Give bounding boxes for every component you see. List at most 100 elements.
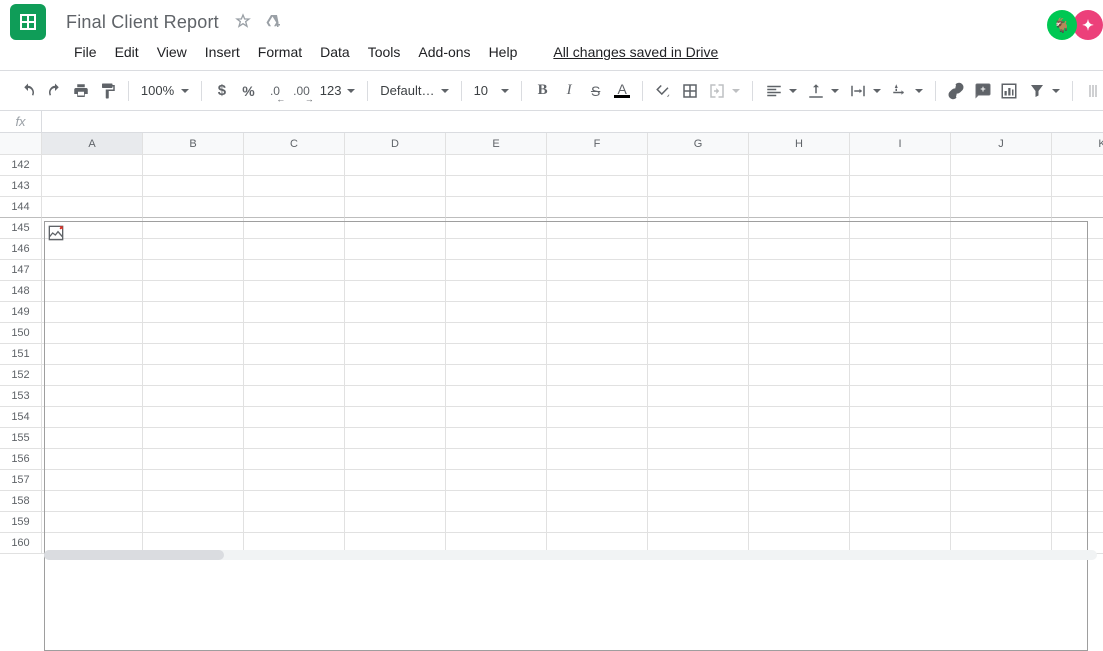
cell[interactable] <box>446 323 547 344</box>
cell[interactable] <box>547 302 648 323</box>
row-header[interactable]: 155 <box>0 428 42 449</box>
cell[interactable] <box>143 491 244 512</box>
row-header[interactable]: 160 <box>0 533 42 554</box>
cell[interactable] <box>446 176 547 197</box>
menu-format[interactable]: Format <box>250 40 310 64</box>
cell[interactable] <box>345 512 446 533</box>
undo-button[interactable] <box>18 79 39 103</box>
insert-comment-button[interactable]: + <box>973 79 994 103</box>
cell[interactable] <box>547 449 648 470</box>
cell[interactable] <box>446 239 547 260</box>
cell[interactable] <box>749 491 850 512</box>
cell[interactable] <box>345 239 446 260</box>
row-header[interactable]: 150 <box>0 323 42 344</box>
horizontal-align-dropdown[interactable] <box>763 82 799 100</box>
cell[interactable] <box>749 323 850 344</box>
cell[interactable] <box>345 155 446 176</box>
cell[interactable] <box>143 176 244 197</box>
row-header[interactable]: 157 <box>0 470 42 491</box>
cell[interactable] <box>951 386 1052 407</box>
cell[interactable] <box>648 512 749 533</box>
cell[interactable] <box>749 239 850 260</box>
spreadsheet-grid[interactable]: ABCDEFGHIJK14214314414514614714814915015… <box>0 133 1103 554</box>
cell[interactable] <box>446 281 547 302</box>
cell[interactable] <box>547 365 648 386</box>
column-header[interactable]: J <box>951 133 1052 155</box>
cell[interactable] <box>547 323 648 344</box>
cell[interactable] <box>244 470 345 491</box>
borders-button[interactable] <box>680 79 701 103</box>
cell[interactable] <box>850 176 951 197</box>
cell[interactable] <box>850 281 951 302</box>
insert-link-button[interactable] <box>946 79 967 103</box>
cell[interactable] <box>951 197 1052 218</box>
document-title[interactable]: Final Client Report <box>66 12 219 33</box>
cell[interactable] <box>1052 302 1103 323</box>
cell[interactable] <box>547 470 648 491</box>
cell[interactable] <box>244 407 345 428</box>
cell[interactable] <box>1052 281 1103 302</box>
cell[interactable] <box>446 365 547 386</box>
cell[interactable] <box>42 260 143 281</box>
row-header[interactable]: 156 <box>0 449 42 470</box>
cell[interactable] <box>951 491 1052 512</box>
cell[interactable] <box>749 386 850 407</box>
column-header[interactable]: E <box>446 133 547 155</box>
cell[interactable] <box>547 155 648 176</box>
cell[interactable] <box>1052 365 1103 386</box>
cell[interactable] <box>143 386 244 407</box>
cell[interactable] <box>749 407 850 428</box>
cell[interactable] <box>749 281 850 302</box>
cell[interactable] <box>749 197 850 218</box>
cell[interactable] <box>749 449 850 470</box>
filter-dropdown[interactable] <box>1026 82 1062 100</box>
text-color-button[interactable]: A <box>612 79 633 103</box>
insert-chart-button[interactable] <box>999 79 1020 103</box>
redo-button[interactable] <box>45 79 66 103</box>
row-header[interactable]: 149 <box>0 302 42 323</box>
cell[interactable] <box>850 239 951 260</box>
cell[interactable] <box>850 407 951 428</box>
cell[interactable] <box>345 197 446 218</box>
cell[interactable] <box>244 302 345 323</box>
column-header[interactable]: A <box>42 133 143 155</box>
cell[interactable] <box>42 512 143 533</box>
cell[interactable] <box>345 218 446 239</box>
cell[interactable] <box>547 260 648 281</box>
cell[interactable] <box>244 386 345 407</box>
cell[interactable] <box>1052 344 1103 365</box>
cell[interactable] <box>143 197 244 218</box>
cell[interactable] <box>648 218 749 239</box>
row-header[interactable]: 144 <box>0 197 42 218</box>
cell[interactable] <box>446 260 547 281</box>
cell[interactable] <box>648 491 749 512</box>
cell[interactable] <box>850 449 951 470</box>
cell[interactable] <box>143 470 244 491</box>
row-header[interactable]: 152 <box>0 365 42 386</box>
format-percent-button[interactable]: % <box>238 79 259 103</box>
menu-data[interactable]: Data <box>312 40 358 64</box>
cell[interactable] <box>446 407 547 428</box>
cell[interactable] <box>1052 323 1103 344</box>
cell[interactable] <box>951 302 1052 323</box>
row-header[interactable]: 158 <box>0 491 42 512</box>
row-header[interactable]: 151 <box>0 344 42 365</box>
row-header[interactable]: 148 <box>0 281 42 302</box>
cell[interactable] <box>244 197 345 218</box>
decrease-decimal-button[interactable]: .0← <box>265 79 286 103</box>
text-wrap-dropdown[interactable] <box>847 82 883 100</box>
cell[interactable] <box>749 512 850 533</box>
cell[interactable] <box>951 344 1052 365</box>
cell[interactable] <box>1052 386 1103 407</box>
cell[interactable] <box>143 239 244 260</box>
cell[interactable] <box>42 386 143 407</box>
cell[interactable] <box>244 260 345 281</box>
cell[interactable] <box>749 260 850 281</box>
cell[interactable] <box>345 449 446 470</box>
cell[interactable] <box>749 176 850 197</box>
text-rotation-dropdown[interactable] <box>889 82 925 100</box>
cell[interactable] <box>143 260 244 281</box>
cell[interactable] <box>749 428 850 449</box>
menu-edit[interactable]: Edit <box>107 40 147 64</box>
cell[interactable] <box>42 449 143 470</box>
